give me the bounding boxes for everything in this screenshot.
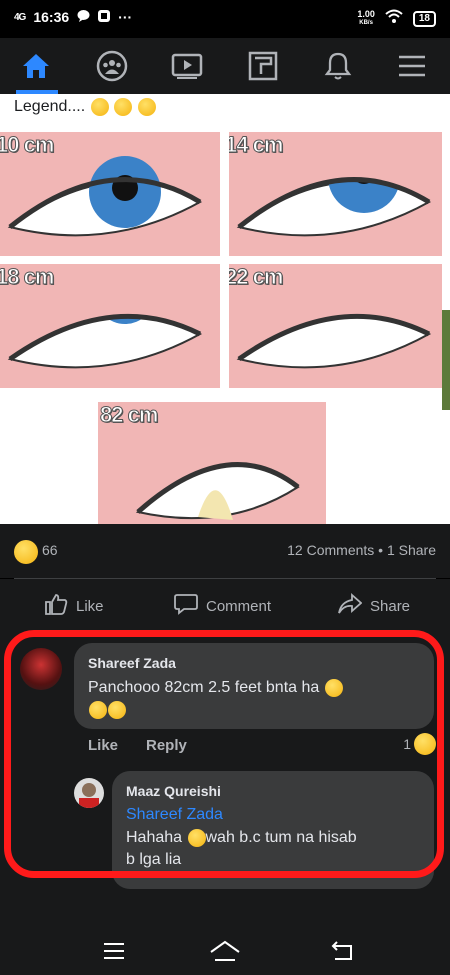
system-nav-bar [0,925,450,975]
mention-link[interactable]: Shareef Zada [126,804,223,826]
thumbs-up-icon [44,593,68,619]
reply-text: Hahaha wah b.c tum na hisab b lga lia [126,828,357,868]
eye-label: 18 cm [0,264,55,290]
avatar[interactable] [74,778,104,808]
eye-panel: 10 cm [0,132,220,256]
reaction-count[interactable]: 66 [42,542,58,558]
haha-reaction-icon [14,540,38,564]
comments-share-count[interactable]: 12 Comments • 1 Share [287,542,436,558]
menu-icon[interactable] [392,48,432,84]
caption-text: Legend.... [14,98,86,115]
app-nav-bar [0,38,450,94]
post-image[interactable]: 10 cm 14 cm 18 cm 22 cm 82 cm [0,130,450,524]
eye-label: 10 cm [0,132,55,158]
home-button-icon[interactable] [209,937,241,965]
comment-like-button[interactable]: Like [88,737,118,754]
eye-label: 82 cm [99,402,158,428]
marketplace-icon[interactable] [243,48,283,84]
network-speed: 1.00 KB/s [357,8,375,26]
comment-text: Panchooo 82cm 2.5 feet bnta ha [88,677,343,721]
back-icon[interactable] [326,937,358,965]
share-icon [338,592,363,619]
signal-indicator: 4G [14,11,26,23]
grinning-emoji-icon [137,97,156,116]
laughing-emoji-icon [414,733,436,755]
like-button[interactable]: Like [44,593,104,619]
watermark [442,310,450,410]
app-notification-icon [98,9,111,25]
notifications-icon[interactable] [318,48,358,84]
status-bar: 4G 16:36 ··· 1.00 KB/s 18 [0,0,450,38]
eye-label: 22 cm [229,264,284,290]
flushed-emoji-icon [114,97,133,116]
eye-panel: 22 cm [229,264,442,388]
clock: 16:36 [33,9,70,25]
watch-icon[interactable] [167,48,207,84]
reply-bubble[interactable]: Maaz Qureishi Shareef Zada Hahaha wah b.… [112,771,434,889]
avatar[interactable] [20,648,62,690]
laughing-emoji-icon [108,700,126,719]
reaction-summary[interactable]: 66 12 Comments • 1 Share [0,524,450,578]
wifi-icon [385,9,403,28]
laughing-emoji-icon [187,828,206,847]
comment-reaction-count[interactable]: 1 [403,733,436,755]
comment-author[interactable]: Shareef Zada [88,655,176,671]
home-icon[interactable] [16,48,56,84]
laughing-emoji-icon [324,678,343,697]
recent-apps-icon[interactable] [98,937,130,965]
more-notifications: ··· [118,9,133,25]
battery-indicator: 18 [412,10,436,27]
eye-panel: 14 cm [229,132,442,256]
eye-label: 14 cm [229,132,284,158]
comment-icon [174,593,198,619]
reply-author[interactable]: Maaz Qureishi [126,783,221,799]
eye-panel: 82 cm [98,402,326,524]
comment-bubble[interactable]: Shareef Zada Panchooo 82cm 2.5 feet bnta… [74,643,434,729]
comment-reply-button[interactable]: Reply [146,737,187,754]
comment-button[interactable]: Comment [174,593,271,619]
post-actions: Like Comment Share [0,579,450,635]
groups-icon[interactable] [92,48,132,84]
flushed-emoji-icon [90,97,109,116]
rofl-emoji-icon [89,700,107,719]
message-icon [77,9,90,25]
share-button[interactable]: Share [338,592,410,619]
post-caption: Legend.... [0,94,450,130]
eye-panel: 18 cm [0,264,220,388]
